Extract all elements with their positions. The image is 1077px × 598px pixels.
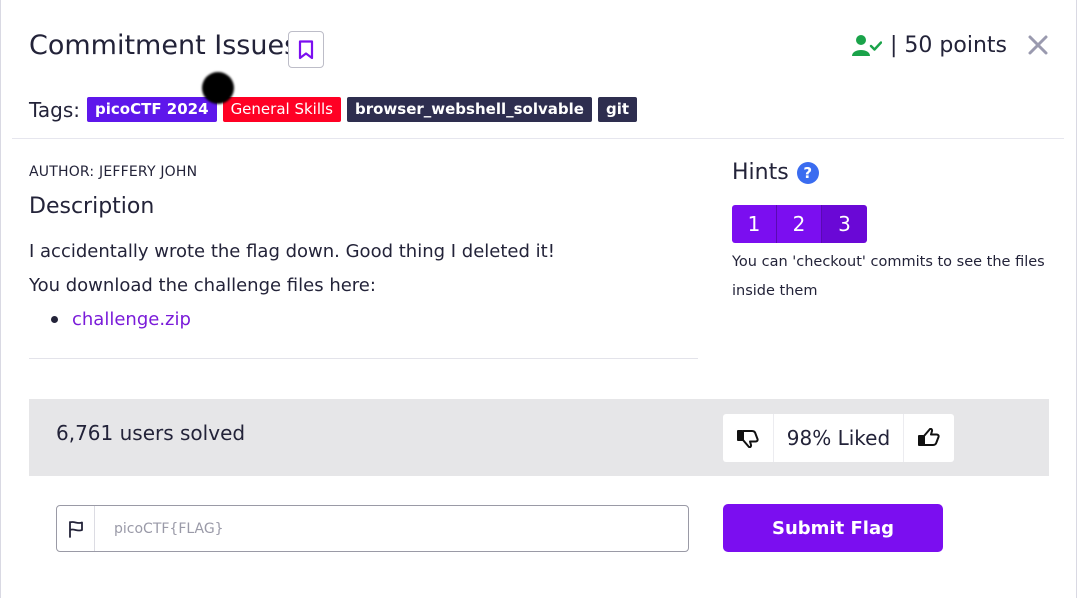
description-heading: Description — [29, 194, 155, 219]
hints-header: Hints ? — [732, 160, 819, 185]
hint-text: You can 'checkout' commits to see the fi… — [732, 254, 1045, 299]
thumbs-down-button[interactable] — [723, 414, 773, 462]
description-line-1: I accidentally wrote the flag down. Good… — [29, 241, 555, 262]
challenge-zip-link[interactable]: challenge.zip — [72, 309, 191, 330]
thumbs-down-icon — [737, 430, 759, 448]
header-divider — [12, 138, 1064, 139]
close-icon — [1028, 35, 1048, 55]
description-line-2: You download the challenge files here: — [29, 275, 376, 296]
download-list: challenge.zip — [51, 309, 191, 330]
flag-icon — [68, 520, 83, 538]
challenge-modal: Commitment Issues | 50 points Tags: pico… — [0, 0, 1077, 598]
points-display: | 50 points — [852, 33, 1007, 58]
tag-general-skills[interactable]: General Skills — [222, 97, 341, 122]
thumbs-up-icon — [918, 428, 940, 446]
points-text: | 50 points — [890, 33, 1007, 58]
challenge-title: Commitment Issues — [29, 30, 299, 61]
submit-flag-button[interactable]: Submit Flag — [723, 504, 943, 552]
hint-tabs: 1 2 3 — [732, 205, 867, 243]
thumbs-up-button[interactable] — [904, 414, 954, 462]
tag-picoctf-2024[interactable]: picoCTF 2024 — [87, 97, 217, 122]
rating-box: 98% Liked — [723, 414, 954, 462]
tags-row: Tags: picoCTF 2024 General Skills browse… — [29, 97, 638, 122]
description-divider — [29, 358, 698, 359]
author-label: AUTHOR: JEFFERY JOHN — [29, 164, 198, 180]
help-icon[interactable]: ? — [796, 161, 819, 184]
user-check-icon — [852, 34, 883, 56]
flag-input[interactable] — [95, 506, 688, 551]
modal-left-edge — [0, 0, 1, 598]
mouse-cursor — [202, 72, 234, 104]
close-button[interactable] — [1026, 33, 1050, 57]
list-bullet — [51, 316, 58, 323]
hint-tab-3[interactable]: 3 — [822, 205, 867, 243]
hint-tab-1[interactable]: 1 — [732, 205, 777, 243]
flag-input-group — [56, 505, 689, 552]
users-solved-count: 6,761 users solved — [56, 421, 246, 445]
bookmark-button[interactable] — [288, 31, 324, 68]
tags-label: Tags: — [29, 97, 81, 122]
hint-tab-2[interactable]: 2 — [777, 205, 822, 243]
liked-percentage: 98% Liked — [773, 414, 904, 462]
hints-heading: Hints — [732, 160, 789, 185]
tag-git[interactable]: git — [597, 97, 638, 122]
flag-icon-cell — [57, 506, 95, 551]
tag-browser-webshell-solvable[interactable]: browser_webshell_solvable — [346, 97, 592, 122]
bookmark-icon — [298, 39, 314, 59]
